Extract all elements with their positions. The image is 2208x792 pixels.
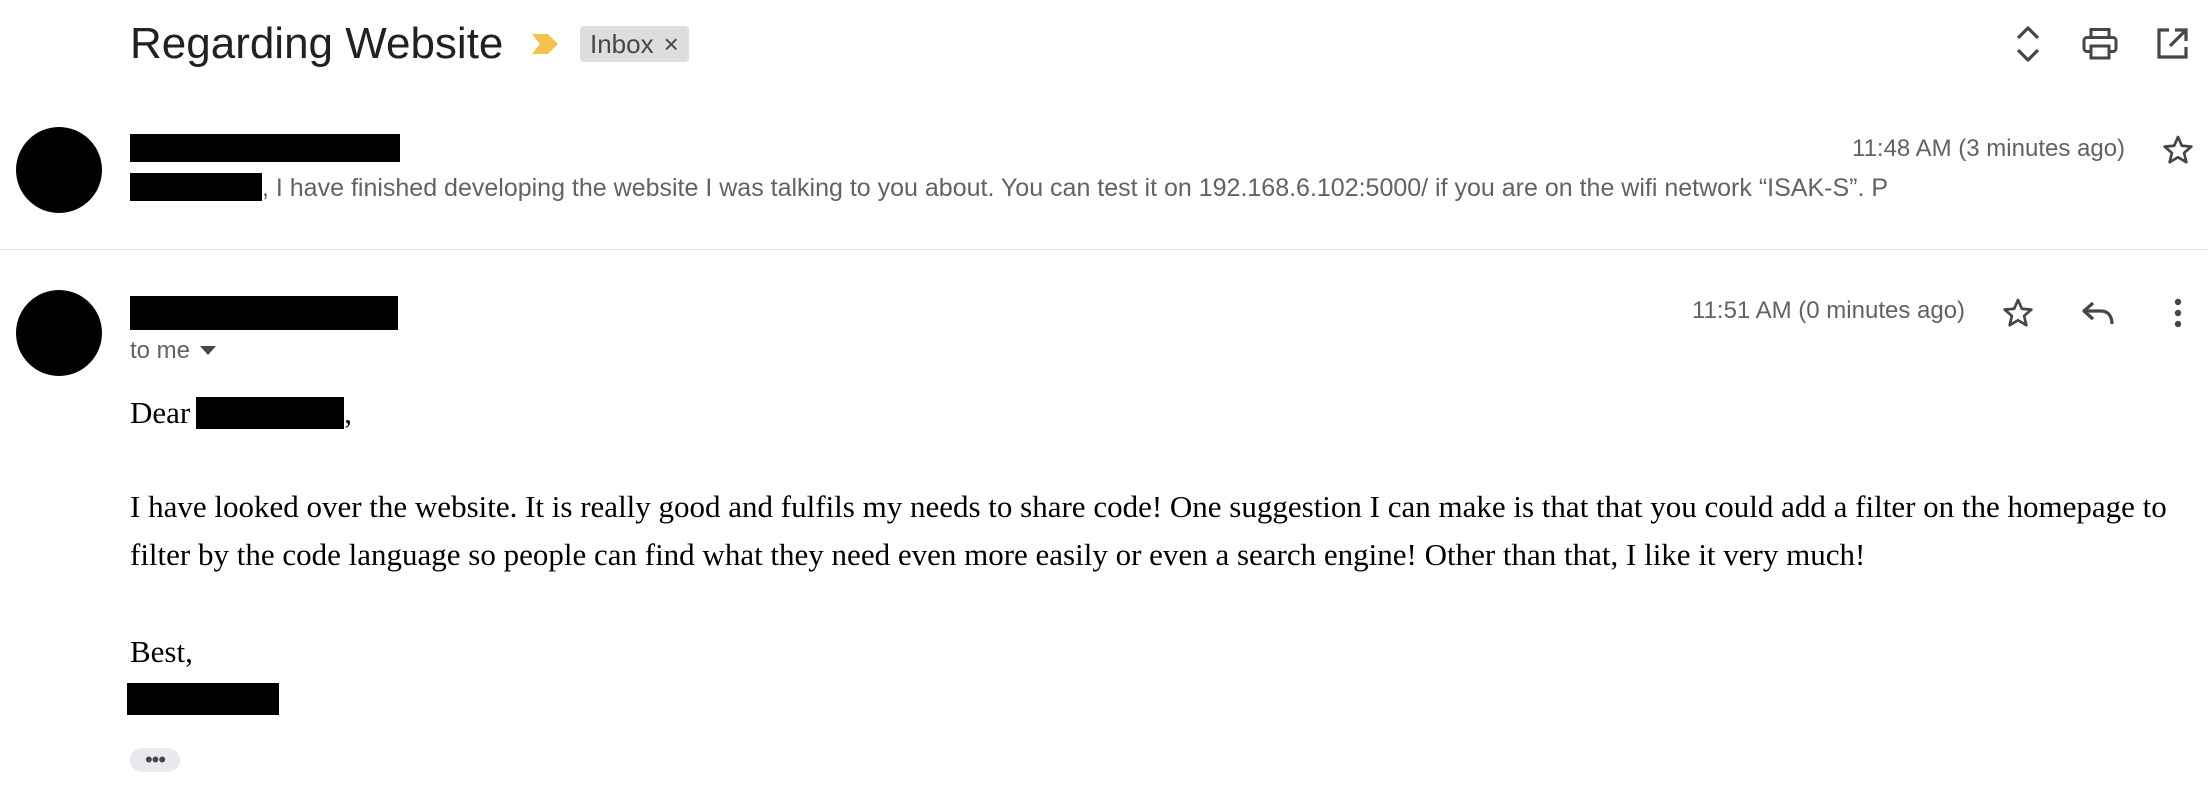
recipient-text: to me [130,337,191,364]
recipient-details-toggle[interactable]: to me [130,337,217,365]
sender-name-redacted[interactable] [130,134,400,162]
greeting-word: Dear [130,395,191,430]
open-in-new-window-icon[interactable] [2152,24,2192,64]
recipient-name-redacted [130,173,262,201]
message-timestamp[interactable]: 11:51 AM (0 minutes ago) [1692,296,1965,326]
snippet-text: , I have finished developing the website… [262,174,1889,202]
reply-icon[interactable] [2076,291,2120,335]
expand-all-icon[interactable] [2008,24,2048,64]
print-icon[interactable] [2080,24,2120,64]
greeting-comma: , [344,395,352,430]
more-vertical-icon[interactable] [2156,291,2200,335]
sender-avatar[interactable] [16,290,102,376]
remove-label-icon[interactable]: × [664,31,679,57]
email-greeting: Dear, [130,389,352,437]
email-closing: Best, [130,634,193,669]
chevron-down-icon [200,346,217,355]
thread-subject: Regarding Website [130,19,504,68]
star-icon[interactable] [1996,291,2040,335]
recipient-name-redacted [196,397,345,429]
star-icon[interactable] [2156,128,2200,172]
message-timestamp[interactable]: 11:48 AM (3 minutes ago) [1852,134,2125,164]
importance-marker-icon[interactable] [530,32,560,56]
sender-avatar[interactable] [16,127,102,213]
message-divider [0,249,2208,250]
signature-redacted [127,683,279,715]
email-body-paragraph: I have looked over the website. It is re… [130,489,2167,572]
sender-name-redacted[interactable] [130,296,398,330]
label-chip-inbox: Inbox × [580,26,689,62]
show-trimmed-content-button[interactable]: ••• [130,748,180,772]
message-snippet[interactable]: , I have finished developing the website… [130,172,1888,204]
label-chip-text: Inbox [590,28,654,59]
